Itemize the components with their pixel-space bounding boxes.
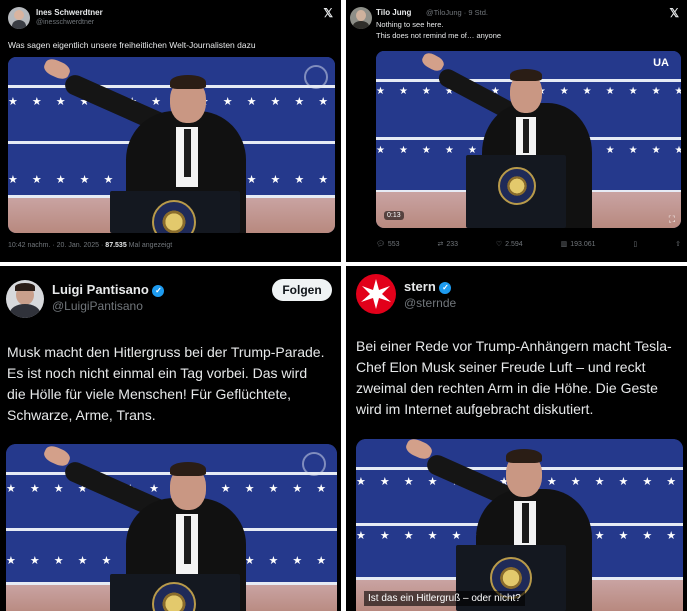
x-logo-icon[interactable]: 𝕏: [669, 6, 679, 20]
tweet-meta: 10:42 nachm. · 20. Jan. 2025 · 87.535 Ma…: [8, 242, 172, 249]
tweet-text-line-1: Nothing to see here.: [376, 20, 444, 29]
author-name[interactable]: Ines Schwerdtner: [36, 8, 103, 17]
follow-button[interactable]: Folgen: [272, 279, 332, 301]
verified-badge-icon: ✓: [152, 284, 165, 297]
avatar[interactable]: [350, 7, 372, 29]
author-name[interactable]: Tilo Jung: [376, 8, 411, 17]
tweet-stern: stern ✓ @sternde Bei einer Rede vor Trum…: [346, 266, 687, 611]
tweet-video[interactable]: ★★★★★★★★★★★★★★ ★★★★★★★★★★★★★★ UA 0:13 ⛶: [376, 51, 681, 228]
reply-count: 553: [387, 240, 400, 248]
share-button[interactable]: ⇧: [675, 240, 681, 248]
stern-logo-icon: [361, 279, 391, 309]
author-name[interactable]: Luigi Pantisano ✓: [52, 282, 165, 297]
repost-count: 233: [446, 240, 459, 248]
author-handle[interactable]: @TiloJung · 9 Std.: [426, 8, 488, 17]
author-handle[interactable]: @LuigiPantisano: [52, 299, 143, 313]
timestamp[interactable]: 10:42 nachm. · 20. Jan. 2025 ·: [8, 242, 105, 249]
tweet-tilo-jung: Tilo Jung @TiloJung · 9 Std. 𝕏 Nothing t…: [346, 0, 687, 262]
verified-badge-icon: ✓: [439, 281, 452, 294]
tweet-text: Musk macht den Hitlergruss bei der Trump…: [7, 344, 325, 423]
fullscreen-icon[interactable]: ⛶: [669, 214, 675, 225]
x-logo-icon[interactable]: 𝕏: [323, 6, 333, 20]
author-handle[interactable]: @sternde: [404, 296, 456, 310]
reply-icon: 💬︎: [376, 241, 385, 248]
tweet-luigi-pantisano: Luigi Pantisano ✓ @LuigiPantisano Folgen…: [0, 266, 341, 611]
share-icon: ⇧: [675, 241, 681, 248]
views-button[interactable]: ▥ 193.061: [560, 240, 596, 249]
tweet-ines-schwerdtner: Ines Schwerdtner @inesschwerdtner 𝕏 Was …: [0, 0, 341, 262]
like-button[interactable]: ♡ 2.594: [495, 240, 523, 249]
views-icon: ▥: [560, 241, 568, 248]
tweet-text: Bei einer Rede vor Trump-Anhängern macht…: [356, 338, 672, 417]
tweet-video[interactable]: ★★★★★★★★★★★★★★ ★★★★★★★★★★★★★★: [6, 444, 337, 611]
like-count: 2.594: [505, 240, 523, 248]
video-duration: 0:13: [384, 211, 404, 220]
tweet-text: Was sagen eigentlich unsere freiheitlich…: [8, 40, 256, 50]
avatar[interactable]: [8, 7, 30, 29]
author-handle[interactable]: @inesschwerdtner: [36, 19, 94, 26]
view-label: Mal angezeigt: [126, 242, 173, 249]
tweet-text-line-2: This does not remind me of… anyone: [376, 31, 502, 40]
repost-icon: ⇄: [437, 241, 444, 248]
like-icon: ♡: [495, 241, 503, 248]
tweet-actions: 💬︎ 553 ⇄ 233 ♡ 2.594 ▥ 193.061 ▯ ⇧: [376, 240, 681, 249]
view-count: 87.535: [105, 242, 127, 249]
media-watermark: UA: [653, 57, 669, 69]
avatar[interactable]: [356, 274, 396, 314]
avatar[interactable]: [6, 280, 44, 318]
author-name[interactable]: stern ✓: [404, 279, 452, 294]
bookmark-icon: ▯: [633, 241, 638, 248]
tweet-video[interactable]: ★★★★★★★★★★★★★★ ★★★★★★★★★★★★★★ Ist das ei…: [356, 439, 683, 611]
tweet-video[interactable]: ★★★★★★★★★★★★★★ ★★★★★★★★★★★★★★: [8, 57, 335, 233]
video-caption: Ist das ein Hitlergruß – oder nicht?: [364, 591, 525, 606]
bookmark-button[interactable]: ▯: [633, 240, 637, 248]
view-count: 193.061: [570, 240, 596, 248]
reply-button[interactable]: 💬︎ 553: [376, 240, 400, 249]
repost-button[interactable]: ⇄ 233: [437, 240, 459, 249]
